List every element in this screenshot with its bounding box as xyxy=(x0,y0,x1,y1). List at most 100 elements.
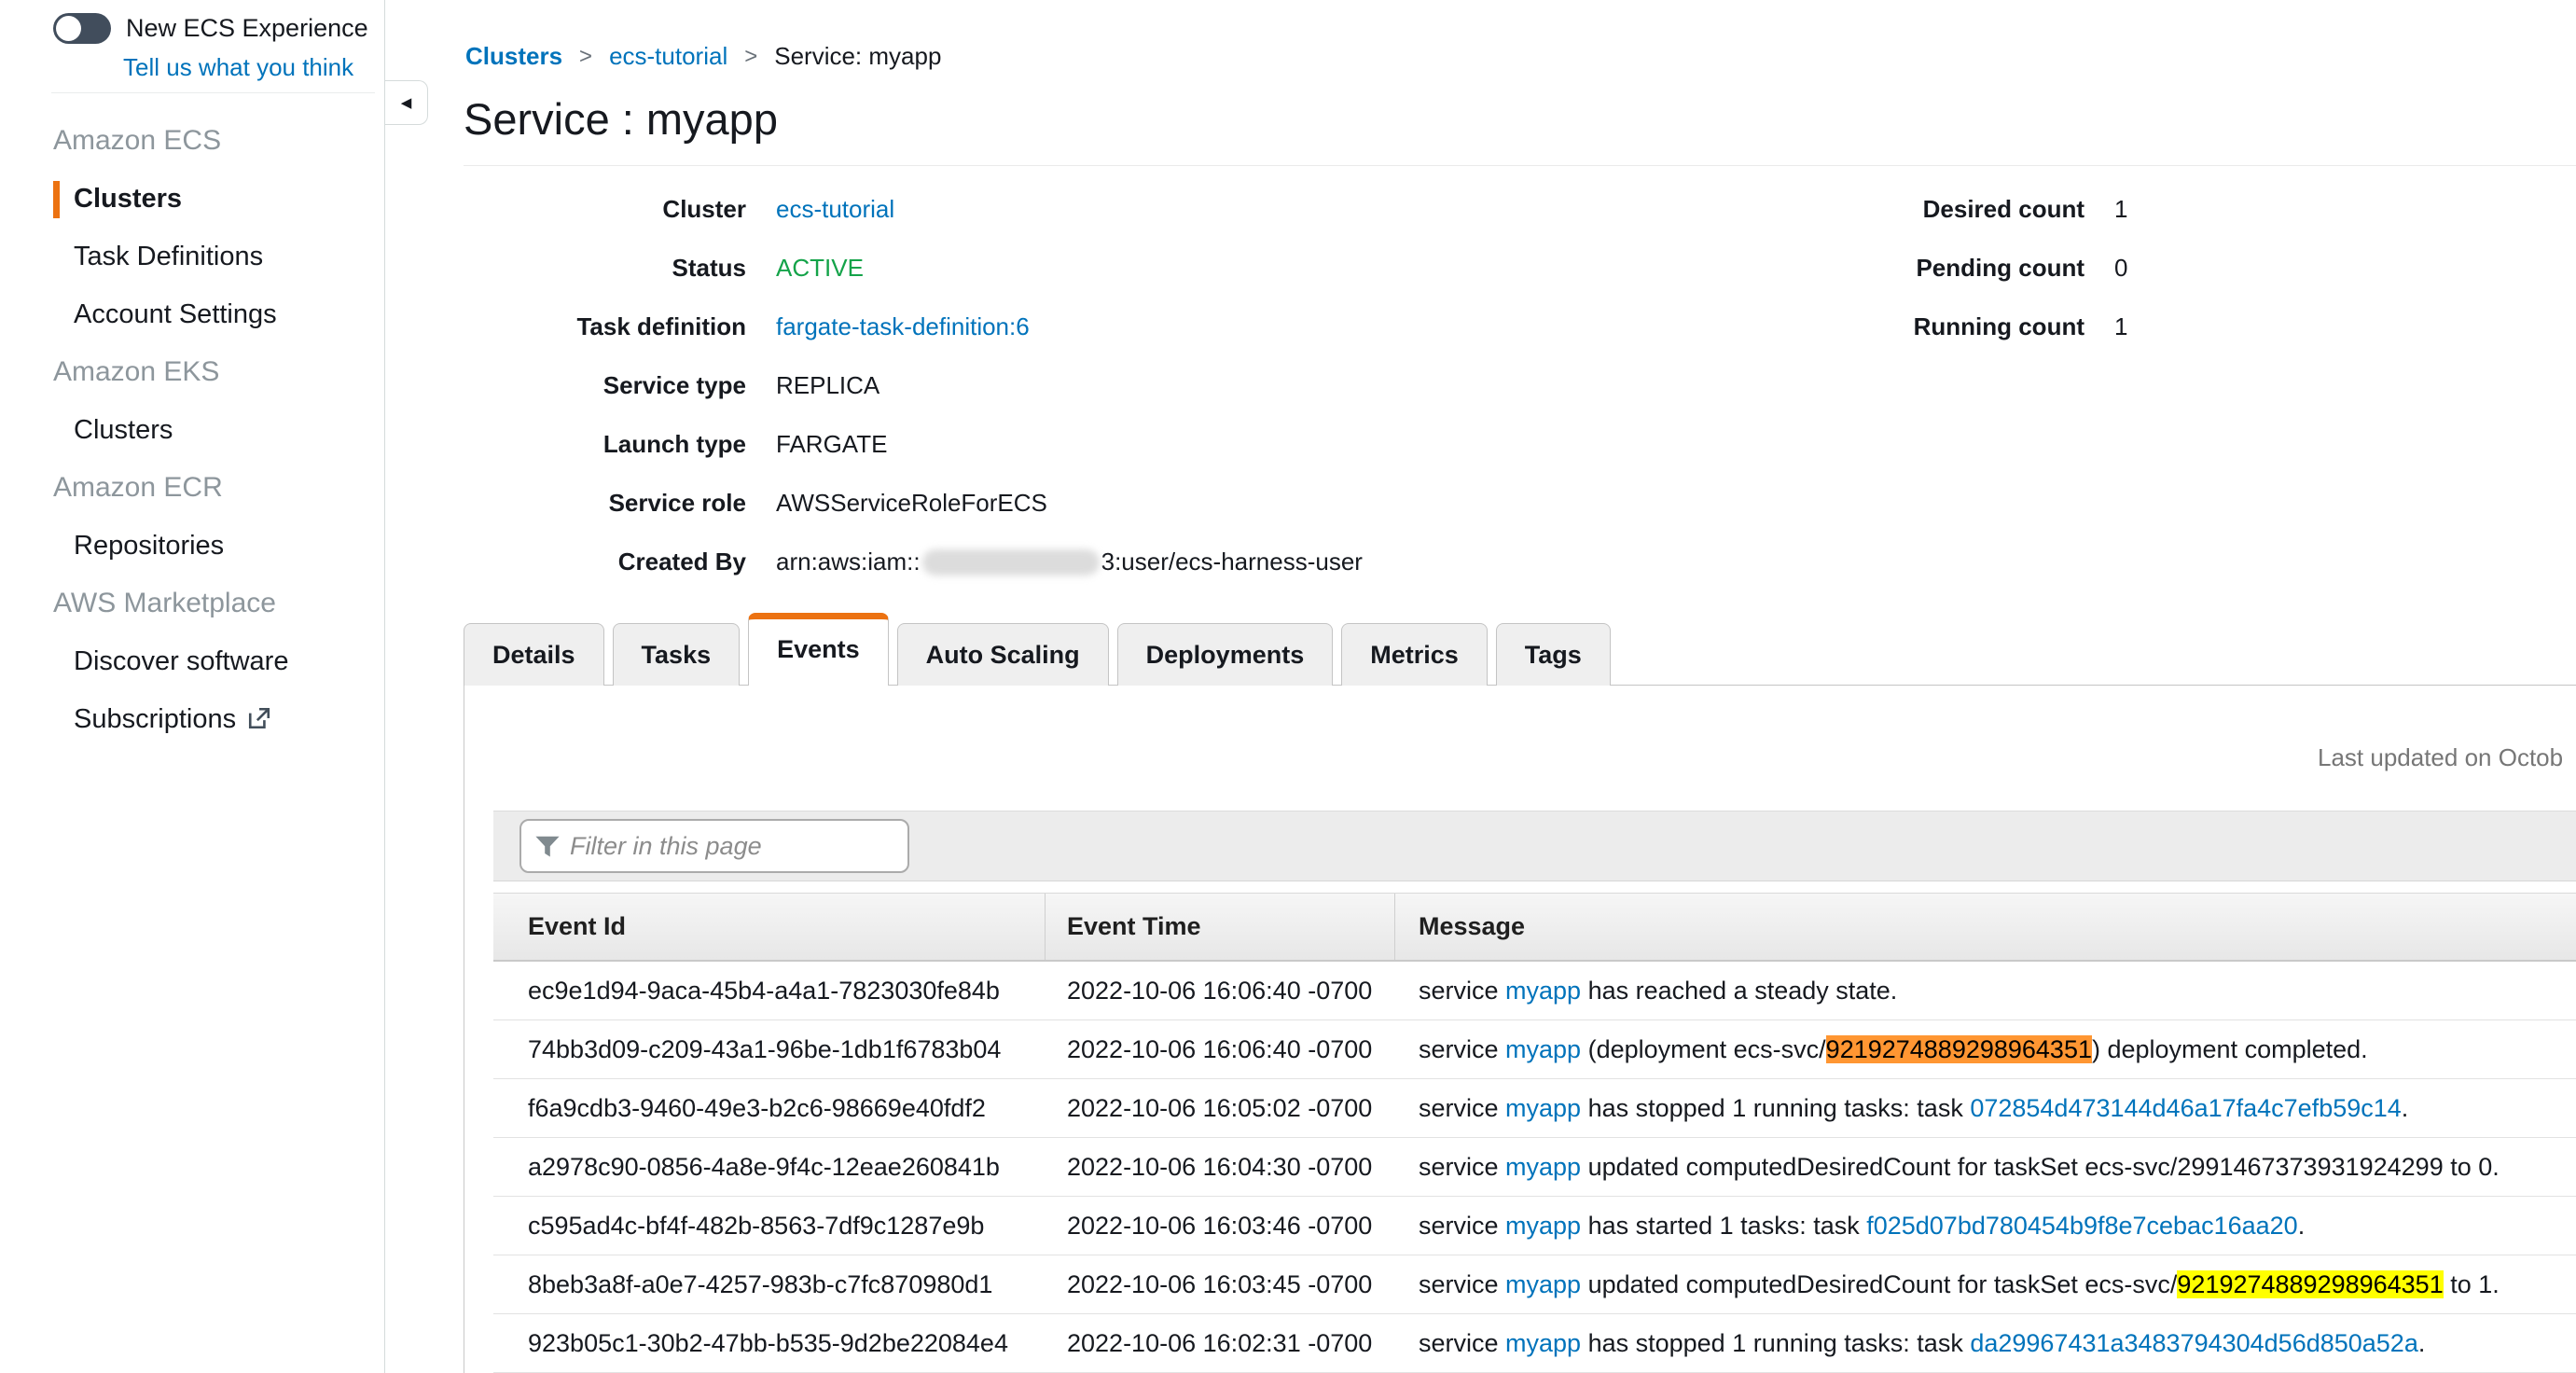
tab-deployments[interactable]: Deployments xyxy=(1117,623,1334,686)
message-link[interactable]: myapp xyxy=(1505,1212,1581,1240)
active-item-indicator xyxy=(53,181,60,218)
event-time-cell: 2022-10-06 16:03:46 -0700 xyxy=(1046,1212,1395,1241)
message-text: service xyxy=(1419,1329,1505,1357)
field-value-status: ACTIVE xyxy=(776,254,864,283)
event-id-cell: 923b05c1-30b2-47bb-b535-9d2be22084e4 xyxy=(493,1329,1046,1358)
tab-metrics[interactable]: Metrics xyxy=(1341,623,1488,686)
field-value-running-count: 1 xyxy=(2114,312,2127,341)
message-link[interactable]: myapp xyxy=(1505,1035,1581,1063)
message-text: has stopped 1 running tasks: task xyxy=(1581,1094,1970,1122)
field-label: Service type xyxy=(464,371,746,400)
events-panel: Last updated on Octob Event IdEvent Time… xyxy=(464,686,2576,1373)
field-label: Created By xyxy=(464,548,746,576)
new-ecs-experience-row: New ECS Experience xyxy=(53,13,368,44)
field-label: Task definition xyxy=(464,312,746,341)
breadcrumb-ecs-tutorial[interactable]: ecs-tutorial xyxy=(609,42,727,71)
message-link[interactable]: myapp xyxy=(1505,1270,1581,1298)
table-row: 8beb3a8f-a0e7-4257-983b-c7fc870980d12022… xyxy=(493,1255,2576,1314)
field-label: Launch type xyxy=(464,430,746,459)
event-id-cell: a2978c90-0856-4a8e-9f4c-12eae260841b xyxy=(493,1153,1046,1182)
field-value-task-definition[interactable]: fargate-task-definition:6 xyxy=(776,312,1030,341)
tab-details[interactable]: Details xyxy=(464,623,604,686)
message-link[interactable]: myapp xyxy=(1505,977,1581,1005)
field-row-launch-type: Launch type FARGATE xyxy=(464,415,1363,474)
message-text: service xyxy=(1419,977,1505,1005)
message-text: updated computedDesiredCount for taskSet… xyxy=(1581,1153,2500,1181)
sidebar-item-label: Account Settings xyxy=(74,299,277,329)
field-label: Cluster xyxy=(464,195,746,224)
table-row: ec9e1d94-9aca-45b4-a4a1-7823030fe84b2022… xyxy=(493,962,2576,1020)
message-link[interactable]: myapp xyxy=(1505,1329,1581,1357)
message-cell: service myapp has stopped 1 running task… xyxy=(1395,1329,2576,1358)
search-highlight: 9219274889298964351 xyxy=(2177,1270,2443,1298)
tab-events[interactable]: Events xyxy=(748,613,889,686)
sidebar-item-clusters[interactable]: Clusters xyxy=(53,170,375,228)
message-text: has started 1 tasks: task xyxy=(1581,1212,1866,1240)
field-row-status: Status ACTIVE xyxy=(464,239,1363,298)
field-value-service-type: REPLICA xyxy=(776,371,879,400)
sidebar-collapse-button[interactable]: ◀ xyxy=(385,80,428,125)
event-time-cell: 2022-10-06 16:06:40 -0700 xyxy=(1046,977,1395,1005)
breadcrumb-separator-icon: > xyxy=(579,44,592,70)
event-time-cell: 2022-10-06 16:02:31 -0700 xyxy=(1046,1329,1395,1358)
feedback-link[interactable]: Tell us what you think xyxy=(123,53,353,82)
message-cell: service myapp updated computedDesiredCou… xyxy=(1395,1153,2576,1182)
sidebar-item-label: Repositories xyxy=(74,531,224,561)
message-text: has stopped 1 running tasks: task xyxy=(1581,1329,1970,1357)
sidebar-item-account-settings[interactable]: Account Settings xyxy=(53,285,375,343)
message-text: . xyxy=(2402,1094,2409,1122)
tab-tasks[interactable]: Tasks xyxy=(613,623,741,686)
sidebar-item-label: Clusters xyxy=(74,415,173,445)
field-row-desired-count: Desired count1 xyxy=(1819,180,2127,239)
message-link[interactable]: f025d07bd780454b9f8e7cebac16aa20 xyxy=(1866,1212,2297,1240)
column-header-event-id: Event Id xyxy=(493,894,1046,960)
message-link[interactable]: da29967431a3483794304d56d850a52a xyxy=(1970,1329,2418,1357)
message-text: service xyxy=(1419,1212,1505,1240)
filter-box xyxy=(519,819,909,873)
filter-toolbar xyxy=(493,811,2576,881)
event-id-cell: f6a9cdb3-9460-49e3-b2c6-98669e40fdf2 xyxy=(493,1094,1046,1123)
tab-auto-scaling[interactable]: Auto Scaling xyxy=(897,623,1109,686)
field-row-service-type: Service type REPLICA xyxy=(464,356,1363,415)
sidebar-item-label: Clusters xyxy=(74,184,182,214)
search-highlight: 9219274889298964351 xyxy=(1826,1035,2092,1063)
sidebar-item-label: Subscriptions xyxy=(74,704,236,734)
sidebar-item-clusters[interactable]: Clusters xyxy=(53,401,375,459)
field-value-service-role: AWSServiceRoleForECS xyxy=(776,489,1047,518)
field-label: Status xyxy=(464,254,746,283)
message-link[interactable]: myapp xyxy=(1505,1153,1581,1181)
field-row-task-definition: Task definition fargate-task-definition:6 xyxy=(464,298,1363,356)
message-text: service xyxy=(1419,1094,1505,1122)
field-value-launch-type: FARGATE xyxy=(776,430,887,459)
message-text: (deployment ecs-svc/ xyxy=(1581,1035,1826,1063)
filter-input[interactable] xyxy=(519,819,909,873)
tab-tags[interactable]: Tags xyxy=(1496,623,1611,686)
field-row-service-role: Service roleAWSServiceRoleForECS xyxy=(464,474,1363,533)
event-time-cell: 2022-10-06 16:03:45 -0700 xyxy=(1046,1270,1395,1299)
field-value-cluster[interactable]: ecs-tutorial xyxy=(776,195,894,224)
event-time-cell: 2022-10-06 16:05:02 -0700 xyxy=(1046,1094,1395,1123)
table-row: f6a9cdb3-9460-49e3-b2c6-98669e40fdf22022… xyxy=(493,1079,2576,1138)
sidebar-item-task-definitions[interactable]: Task Definitions xyxy=(53,228,375,285)
service-details-left: Cluster ecs-tutorial Status ACTIVE Task defi… xyxy=(464,180,1363,591)
message-text: service xyxy=(1419,1035,1505,1063)
column-header-message: Message xyxy=(1395,894,2576,960)
field-label: Pending count xyxy=(1819,254,2084,283)
sidebar-item-repositories[interactable]: Repositories xyxy=(53,517,375,575)
breadcrumb-service-myapp: Service: myapp xyxy=(774,42,941,71)
field-label: Running count xyxy=(1819,312,2084,341)
event-id-cell: 74bb3d09-c209-43a1-96be-1db1f6783b04 xyxy=(493,1035,1046,1064)
sidebar-item-subscriptions[interactable]: Subscriptions xyxy=(53,690,375,748)
tab-bar: DetailsTasksEventsAuto ScalingDeployment… xyxy=(464,612,2576,686)
new-ecs-experience-toggle[interactable] xyxy=(53,13,111,44)
message-cell: service myapp has started 1 tasks: task … xyxy=(1395,1212,2576,1241)
message-cell: service myapp (deployment ecs-svc/921927… xyxy=(1395,1035,2576,1064)
message-link[interactable]: myapp xyxy=(1505,1094,1581,1122)
breadcrumb-clusters[interactable]: Clusters xyxy=(465,42,562,71)
sidebar-item-discover-software[interactable]: Discover software xyxy=(53,632,375,690)
message-link[interactable]: 072854d473144d46a17fa4c7efb59c14 xyxy=(1970,1094,2401,1122)
field-value-desired-count: 1 xyxy=(2114,195,2127,224)
nav-section-amazon-ecs: Amazon ECS xyxy=(53,112,375,170)
collapse-left-arrow-icon: ◀ xyxy=(401,94,412,111)
event-time-cell: 2022-10-06 16:04:30 -0700 xyxy=(1046,1153,1395,1182)
